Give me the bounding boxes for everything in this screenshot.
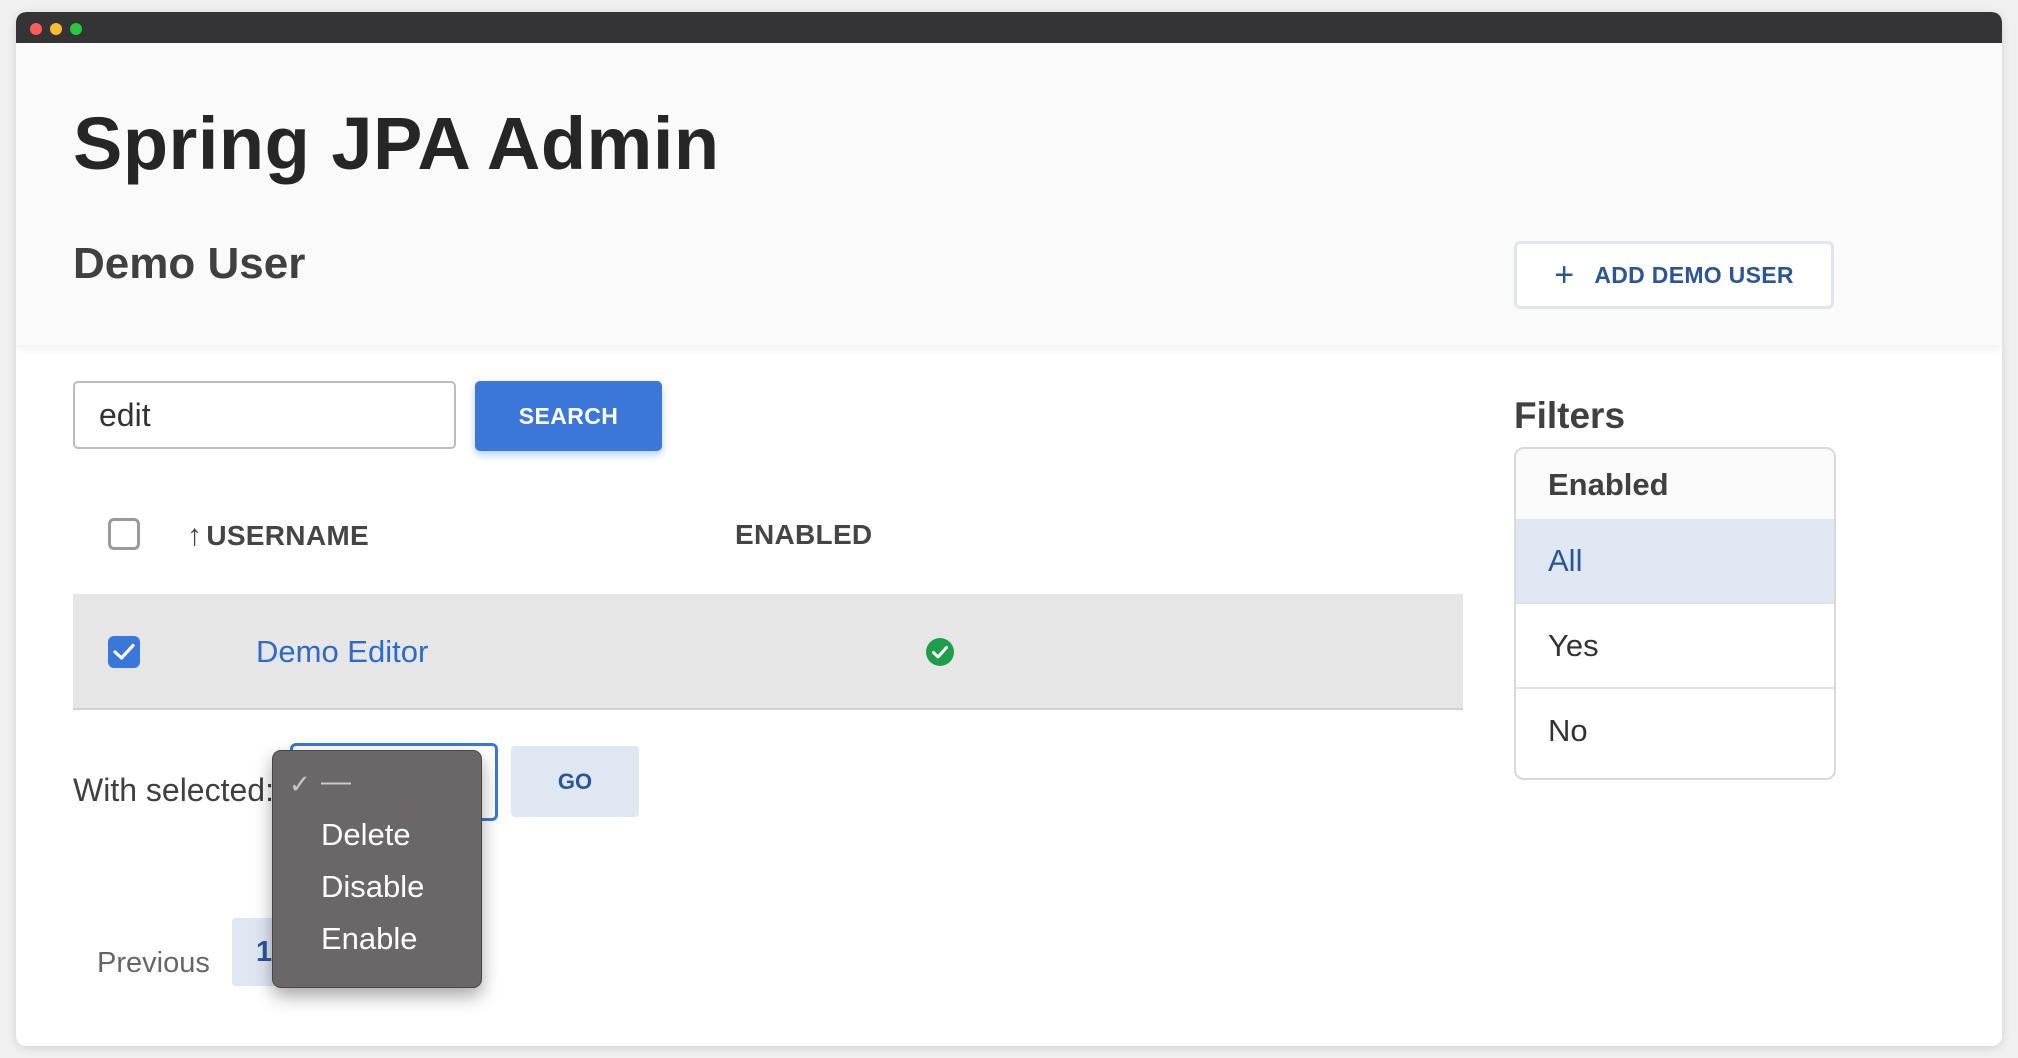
add-demo-user-label: ADD DEMO USER: [1594, 261, 1794, 288]
filter-option-label: All: [1548, 543, 1583, 578]
filters-title: Filters: [1514, 395, 1626, 436]
dropdown-option-disable[interactable]: Disable: [321, 869, 424, 905]
table-header: ↑ USERNAME ENABLED: [73, 502, 1463, 572]
go-button[interactable]: GO: [511, 746, 639, 817]
dropdown-option-delete[interactable]: Delete: [321, 817, 411, 853]
app-title: Spring JPA Admin: [73, 102, 720, 185]
page-header: Spring JPA Admin Demo User + ADD DEMO US…: [16, 43, 2002, 345]
window-titlebar: [16, 12, 2002, 43]
checkmark-icon: ✓: [289, 769, 311, 799]
table-row: Demo Editor: [73, 594, 1463, 710]
filter-option-label: Yes: [1548, 628, 1599, 663]
browser-window: Spring JPA Admin Demo User + ADD DEMO US…: [16, 12, 2002, 1046]
close-window-icon[interactable]: [30, 23, 42, 35]
filter-option-no[interactable]: No: [1516, 689, 1834, 774]
maximize-window-icon[interactable]: [70, 23, 82, 35]
bulk-action-label: With selected:: [73, 772, 274, 808]
username-link[interactable]: Demo Editor: [256, 634, 428, 670]
plus-icon: +: [1554, 256, 1575, 294]
filter-option-all[interactable]: All: [1516, 519, 1834, 604]
column-username-label: USERNAME: [206, 520, 369, 551]
check-icon: [113, 643, 135, 660]
add-demo-user-button[interactable]: + ADD DEMO USER: [1514, 241, 1834, 309]
pagination-previous[interactable]: Previous: [97, 947, 210, 980]
dropdown-option-none[interactable]: —: [321, 765, 351, 799]
minimize-window-icon[interactable]: [50, 23, 62, 35]
filter-option-label: No: [1548, 713, 1588, 748]
search-button[interactable]: SEARCH: [475, 381, 662, 451]
select-all-checkbox[interactable]: [108, 518, 140, 550]
page-title: Demo User: [73, 239, 306, 288]
dropdown-option-enable[interactable]: Enable: [321, 921, 418, 957]
filter-panel: Enabled All Yes No: [1514, 447, 1836, 780]
row-select-checkbox[interactable]: [108, 636, 140, 668]
search-input[interactable]: [73, 381, 456, 449]
column-header-enabled[interactable]: ENABLED: [735, 519, 872, 551]
column-header-username[interactable]: ↑ USERNAME: [187, 519, 369, 553]
filter-group-label: Enabled: [1548, 467, 1669, 502]
check-circle-icon: [925, 637, 955, 672]
bulk-action-dropdown-menu: ✓ — Delete Disable Enable: [272, 750, 482, 988]
filter-group-header: Enabled: [1516, 449, 1834, 520]
arrow-up-icon: ↑: [187, 519, 203, 552]
filter-option-yes[interactable]: Yes: [1516, 604, 1834, 689]
